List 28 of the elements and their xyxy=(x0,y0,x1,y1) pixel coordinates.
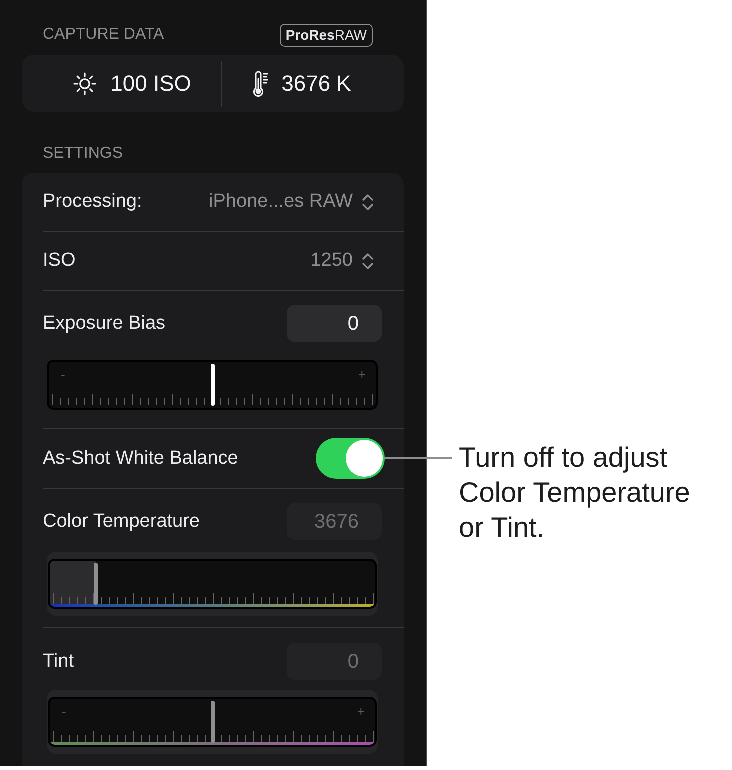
scale-max-label: + xyxy=(358,367,366,383)
callout-text: Turn off to adjust Color Temperature or Tint. xyxy=(459,441,692,545)
slider-thumb[interactable] xyxy=(210,364,214,406)
picker-button[interactable]: 1250 xyxy=(310,249,374,273)
section-heading: SETTINGS xyxy=(42,144,124,164)
format-badge: ProResRAW xyxy=(280,24,373,46)
chevron-up-down-icon xyxy=(362,252,374,270)
setting-label: ISO xyxy=(43,249,76,273)
setting-label: Exposure Bias xyxy=(43,312,166,336)
setting-label: Color Temperature xyxy=(43,510,200,534)
scale-min-label: - xyxy=(62,704,66,720)
reading-value: 100 ISO xyxy=(110,70,192,98)
toggle-switch[interactable] xyxy=(316,438,385,479)
thermometer-icon xyxy=(252,70,269,96)
section-heading: CAPTURE DATA xyxy=(43,25,164,45)
reading-value: 3676 K xyxy=(282,70,352,98)
setting-label: Processing: xyxy=(43,190,142,214)
slider-track[interactable]: - + xyxy=(47,360,378,410)
leader-line xyxy=(385,457,452,459)
picker-button[interactable]: iPhone...es RAW xyxy=(209,190,374,214)
sun-icon xyxy=(72,72,97,96)
value-field[interactable]: 0 xyxy=(287,305,382,342)
scale-max-label: + xyxy=(357,704,365,720)
scale-min-label: - xyxy=(61,367,66,383)
slider-track[interactable] xyxy=(48,559,377,609)
chevron-up-down-icon xyxy=(362,194,374,210)
setting-label: As-Shot White Balance xyxy=(43,446,238,470)
setting-label: Tint xyxy=(43,650,74,674)
